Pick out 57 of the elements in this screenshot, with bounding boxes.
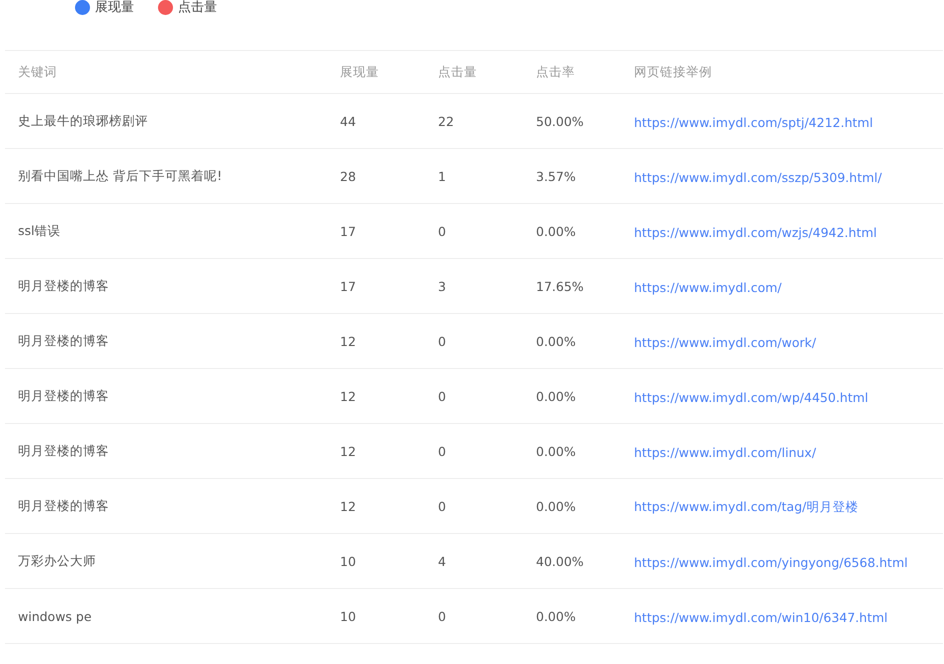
- page-link[interactable]: https://www.imydl.com/yingyong/6568.html: [634, 554, 908, 570]
- table-cell-text: 明月登楼的博客: [18, 388, 110, 404]
- table-cell-text: 28: [340, 168, 357, 184]
- table-cell-text: 22: [438, 114, 455, 128]
- page-link[interactable]: https://www.imydl.com/sptj/4212.html: [634, 114, 873, 130]
- table-cell-text: 别看中国嘴上怂 背后下手可黑着呢!: [18, 168, 223, 184]
- table-cell-text: 明月登楼的博客: [18, 278, 110, 294]
- table-cell-text: 10: [340, 554, 357, 568]
- table-cell-text: 明月登楼的博客: [18, 332, 110, 350]
- table-cell-text: 0: [438, 608, 447, 624]
- page-link[interactable]: https://www.imydl.com/linux/: [634, 444, 816, 460]
- table-cell-text: 史上最牛的琅琊榜剧评: [18, 112, 149, 130]
- table-cell-text: 0: [438, 498, 447, 514]
- table-cell-text: 12: [340, 498, 357, 514]
- legend-label: 点击量: [178, 0, 217, 16]
- column-header: 点击量: [438, 64, 478, 80]
- page-link[interactable]: https://www.imydl.com/win10/6347.html: [634, 610, 888, 624]
- table-cell-text: 0: [438, 444, 447, 458]
- page-link[interactable]: https://www.imydl.com/: [634, 280, 782, 294]
- page-link[interactable]: https://www.imydl.com/work/: [634, 334, 816, 350]
- table-cell-text: 0.00%: [536, 224, 577, 238]
- table-cell-text: ssl错误: [18, 222, 62, 240]
- table-cell-text: 4: [438, 554, 447, 568]
- table-cell-text: 12: [340, 444, 357, 458]
- page-link[interactable]: https://www.imydl.com/tag/明月登楼: [634, 499, 858, 514]
- table-cell-text: 17.65%: [536, 278, 585, 294]
- table-cell-text: 万彩办公大师: [18, 552, 97, 570]
- column-header: 点击率: [536, 64, 576, 80]
- table-cell-text: 17: [340, 278, 357, 294]
- table-cell-text: 0.00%: [536, 608, 577, 624]
- table-cell-text: 明月登楼的博客: [18, 498, 110, 514]
- table-cell-text: 12: [340, 388, 357, 404]
- column-header: 关键词: [18, 64, 58, 80]
- page-link[interactable]: https://www.imydl.com/sszp/5309.html/: [634, 170, 882, 184]
- table-cell-text: 0: [438, 388, 447, 404]
- page-link[interactable]: https://www.imydl.com/wzjs/4942.html: [634, 224, 877, 240]
- legend-label: 展现量: [95, 0, 134, 16]
- table-cell-text: 17: [340, 224, 357, 238]
- table-cell-text: 0.00%: [536, 334, 577, 348]
- table-cell-text: 0.00%: [536, 444, 577, 458]
- table-cell-text: 0: [438, 224, 447, 238]
- table-cell-text: 50.00%: [536, 114, 585, 128]
- table-cell-text: 明月登楼的博客: [18, 442, 110, 460]
- table-cell-text: 0.00%: [536, 498, 577, 514]
- table-cell-text: 40.00%: [536, 554, 585, 568]
- table-cell-text: windows pe: [18, 608, 93, 624]
- column-header: 展现量: [340, 64, 380, 80]
- table-cell-text: 44: [340, 114, 357, 128]
- column-header: 网页链接举例: [634, 64, 713, 80]
- page-link[interactable]: https://www.imydl.com/wp/4450.html: [634, 390, 868, 404]
- table-cell-text: 3: [438, 278, 447, 294]
- table-cell-text: 3.57%: [536, 168, 577, 184]
- table-cell-text: 1: [438, 168, 447, 184]
- table-cell-text: 12: [340, 334, 357, 348]
- table-cell-text: 0: [438, 334, 447, 348]
- table-cell-text: 0.00%: [536, 388, 577, 404]
- table-cell-text: 10: [340, 608, 357, 624]
